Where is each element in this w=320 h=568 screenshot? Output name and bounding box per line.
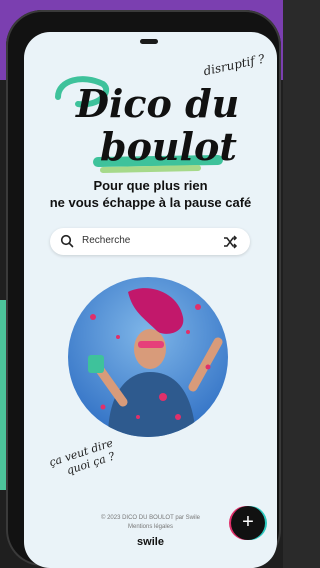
search-icon: [60, 234, 74, 248]
swile-brand: swile: [137, 536, 164, 548]
camera-notch: [140, 39, 158, 44]
add-button[interactable]: +: [231, 506, 265, 540]
subtitle-line1: Pour que plus rien: [93, 178, 208, 193]
handwritten-note: ça veut dire quoi ça ?: [48, 436, 119, 481]
shuffle-icon[interactable]: [222, 234, 238, 250]
logo-line2: boulot: [100, 124, 237, 169]
search-input[interactable]: Recherche: [82, 235, 130, 246]
phone-frame: Dico du boulot disruptif ? Pour que plus…: [6, 10, 281, 568]
subtitle: Pour que plus rien ne vous échappe à la …: [24, 177, 277, 211]
search-bar[interactable]: Recherche: [50, 228, 250, 255]
app-screen: Dico du boulot disruptif ? Pour que plus…: [24, 32, 277, 568]
hero-photo: [68, 277, 228, 437]
subtitle-line2: ne vous échappe à la pause café: [49, 195, 252, 210]
dico-du-boulot-logo: Dico du boulot: [55, 76, 239, 173]
logo-line1: Dico du: [75, 81, 239, 126]
